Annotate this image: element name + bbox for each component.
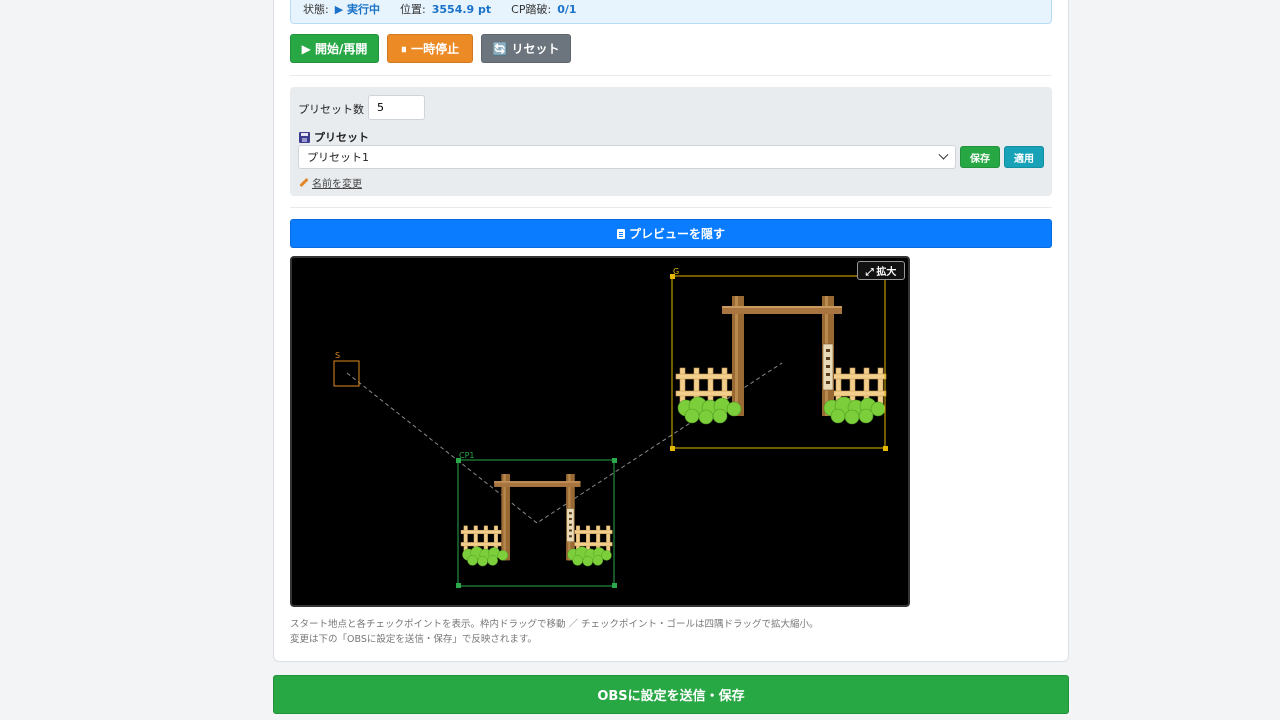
zoom-button[interactable]: ⤢ 拡大 xyxy=(857,261,905,280)
document-icon xyxy=(616,228,625,239)
cp-value: 0/1 xyxy=(557,2,577,16)
start-marker-label: S xyxy=(335,351,340,360)
start-marker-box xyxy=(333,360,360,387)
goal-marker-label: G xyxy=(673,267,679,276)
state-label: 状態: xyxy=(303,3,329,16)
rename-label: 名前を変更 xyxy=(312,179,362,190)
chevron-down-icon xyxy=(938,149,949,160)
goal-gate-image xyxy=(675,295,887,425)
reset-button[interactable]: 🔄 リセット xyxy=(481,34,571,63)
pencil-icon xyxy=(299,177,309,188)
send-to-obs-button[interactable]: OBSに設定を送信・保存 xyxy=(273,675,1069,714)
start-resume-button[interactable]: ▶ 開始/再開 xyxy=(290,34,379,63)
toggle-preview-label: プレビューを隠す xyxy=(628,227,725,241)
cp-label: CP踏破: xyxy=(511,3,552,16)
preset-heading-text: プリセット xyxy=(314,131,369,144)
route-path-line xyxy=(346,362,783,524)
rename-preset-link[interactable]: 名前を変更 xyxy=(299,175,362,190)
preset-select[interactable]: プリセット1 xyxy=(298,145,956,169)
toggle-preview-button[interactable]: プレビューを隠す xyxy=(290,219,1052,248)
preset-heading: プリセット xyxy=(299,129,369,145)
preset-selected-value: プリセット1 xyxy=(307,151,369,164)
status-bar: 状態: ▶ 実行中 位置: 3554.9 pt CP踏破: 0/1 xyxy=(290,0,1052,24)
divider xyxy=(290,207,1052,208)
help-text-line-2: 変更は下の「OBSに設定を送信・保存」で反映されます。 xyxy=(290,634,537,645)
preview-canvas[interactable]: S CP1 G xyxy=(290,256,910,607)
state-value: ▶ 実行中 xyxy=(334,3,381,16)
position-label: 位置: xyxy=(400,3,426,16)
checkpoint-gate-image xyxy=(460,473,613,567)
preset-count-label: プリセット数 xyxy=(298,103,364,116)
preview-svg: S CP1 G xyxy=(333,267,888,588)
help-text-line-1: スタート地点と各チェックポイントを表示。枠内ドラッグで移動 ／ チェックポイント… xyxy=(290,619,819,630)
floppy-disk-icon xyxy=(299,131,310,143)
preset-count-input[interactable] xyxy=(368,95,425,120)
divider xyxy=(290,75,1052,76)
save-preset-button[interactable]: 保存 xyxy=(960,146,1000,168)
position-value: 3554.9 pt xyxy=(431,2,492,16)
checkpoint-marker-label: CP1 xyxy=(459,451,475,460)
pause-button[interactable]: ⏸ 一時停止 xyxy=(387,34,473,63)
apply-preset-button[interactable]: 適用 xyxy=(1004,146,1044,168)
